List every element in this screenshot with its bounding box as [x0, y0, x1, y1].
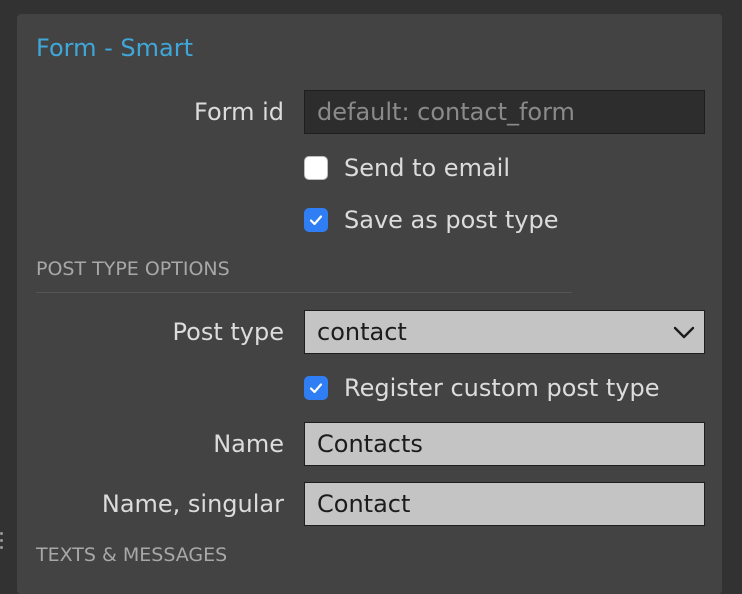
name-label: Name: [213, 430, 284, 458]
form-id-label: Form id: [194, 98, 284, 126]
name-row: Name: [17, 422, 722, 466]
name-singular-label: Name, singular: [101, 490, 284, 518]
name-input[interactable]: [304, 422, 705, 466]
resize-handle[interactable]: [0, 532, 4, 566]
form-id-row: Form id: [17, 90, 722, 134]
send-to-email-label: Send to email: [344, 154, 510, 182]
send-to-email-checkbox[interactable]: [304, 156, 328, 180]
panel-title: Form - Smart: [36, 34, 193, 62]
section-divider: [36, 292, 572, 293]
save-as-post-type-checkbox[interactable]: [304, 208, 328, 232]
checkmark-icon: [309, 215, 323, 226]
handle-dot: [0, 532, 3, 535]
post-type-label: Post type: [172, 318, 284, 346]
register-custom-post-type-label: Register custom post type: [344, 374, 660, 402]
post-type-options-header: POST TYPE OPTIONS: [36, 258, 230, 280]
name-singular-input[interactable]: [304, 482, 705, 526]
post-type-selected-value: contact: [317, 318, 407, 346]
form-id-input[interactable]: [304, 90, 705, 134]
post-type-row: Post type contact: [17, 310, 722, 354]
send-to-email-checkbox-row[interactable]: Send to email: [304, 150, 510, 186]
settings-panel: Form - Smart Form id Send to email Save …: [17, 14, 722, 594]
handle-dot: [0, 546, 3, 549]
checkmark-icon: [309, 383, 323, 394]
texts-messages-header: TEXTS & MESSAGES: [36, 544, 228, 566]
post-type-select[interactable]: contact: [304, 310, 705, 354]
save-as-post-type-label: Save as post type: [344, 206, 559, 234]
register-custom-post-type-checkbox[interactable]: [304, 376, 328, 400]
chevron-down-icon: [673, 326, 695, 339]
handle-dot: [0, 539, 3, 542]
name-singular-row: Name, singular: [17, 482, 722, 526]
register-custom-post-type-checkbox-row[interactable]: Register custom post type: [304, 370, 660, 406]
save-as-post-type-checkbox-row[interactable]: Save as post type: [304, 202, 558, 238]
